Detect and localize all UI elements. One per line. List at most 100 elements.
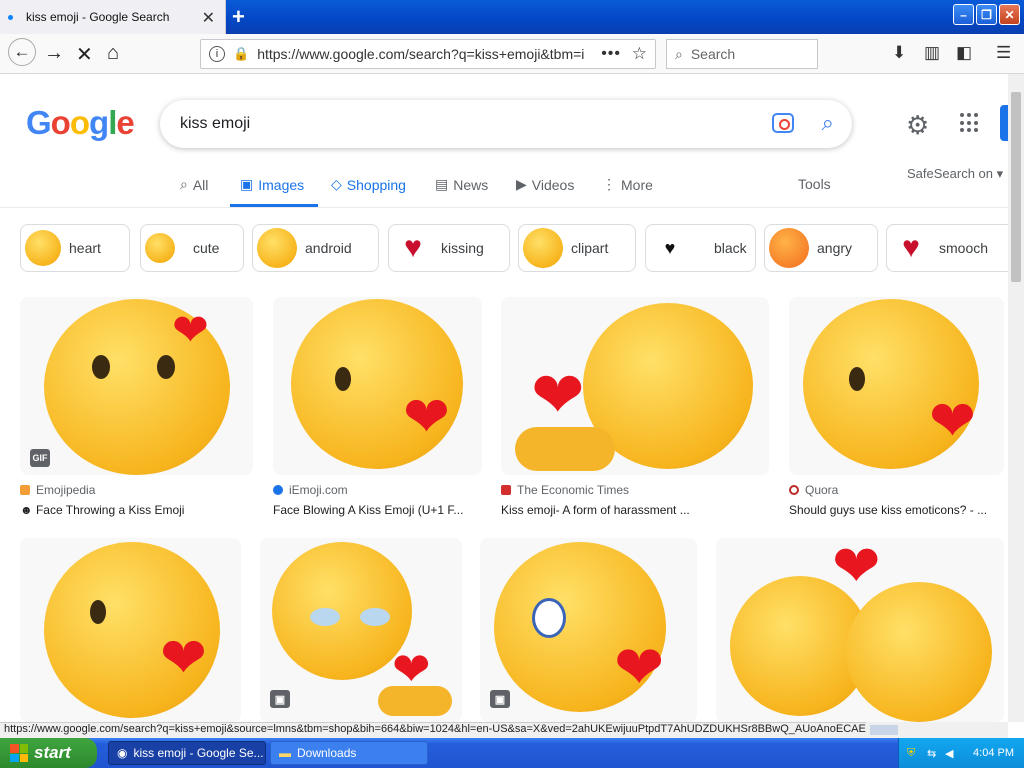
info-icon[interactable]: i [209, 46, 225, 62]
close-tab-icon[interactable]: ✕ [202, 8, 215, 28]
more-vert-icon: ⋮ [602, 176, 616, 192]
start-button[interactable]: start [0, 738, 97, 768]
chip-black[interactable]: ♥ black [645, 224, 756, 272]
taskbar: start ◉ kiss emoji - Google Se... ▬ Downlo… [0, 738, 1024, 768]
result-caption[interactable]: Should guys use kiss emoticons? - ... [789, 503, 987, 517]
browser-tab[interactable]: kiss emoji - Google Search ✕ [0, 0, 226, 34]
scrollbar-thumb[interactable] [1011, 92, 1021, 282]
library-icon[interactable]: ▥ [924, 43, 940, 63]
volume-icon[interactable]: ◀ [945, 747, 953, 760]
chip-clipart[interactable]: clipart [518, 224, 636, 272]
chip-smooch[interactable]: ♥ smooch [886, 224, 1008, 272]
restore-button[interactable]: ❐ [976, 4, 997, 25]
tab-all[interactable]: ⌕ All [180, 176, 208, 193]
google-logo[interactable]: Google [26, 104, 135, 142]
forward-button[interactable]: → [44, 42, 64, 65]
chip-label: heart [69, 240, 101, 256]
result-thumbnail[interactable]: ❤ ▣ [260, 538, 462, 722]
search-placeholder: Search [690, 46, 736, 62]
url-text[interactable]: https://www.google.com/search?q=kiss+emo… [257, 46, 587, 62]
search-icon: ⌕ [675, 45, 683, 62]
result-source[interactable]: Emojipedia [36, 483, 95, 497]
horizontal-scrollbar[interactable] [866, 722, 1008, 738]
chip-cute[interactable]: cute [140, 224, 244, 272]
camera-icon[interactable] [772, 113, 794, 133]
result-source[interactable]: The Economic Times [517, 483, 629, 497]
loading-dot-icon [8, 14, 13, 20]
stop-button[interactable]: ✕ [76, 42, 93, 67]
lips-icon: ♥ [404, 231, 422, 264]
taskbar-item-label: kiss emoji - Google Se... [133, 746, 264, 760]
vertical-scrollbar[interactable] [1008, 74, 1024, 722]
minimize-button[interactable]: – [953, 4, 974, 25]
tab-label: More [621, 176, 653, 193]
sign-in-button[interactable] [1000, 105, 1008, 141]
image-badge-icon: ▣ [490, 690, 510, 708]
result-thumbnail[interactable]: ❤ [789, 297, 1004, 475]
lips-icon: ♥ [902, 231, 920, 264]
tag-icon: ◇ [331, 176, 342, 192]
tab-label: Images [258, 176, 305, 193]
browser-search-field[interactable]: ⌕ Search [666, 39, 818, 69]
lock-icon: 🔒 [233, 46, 250, 61]
url-bar[interactable]: i 🔒 https://www.google.com/search?q=kiss… [200, 39, 656, 69]
search-icon[interactable]: ⌕ [822, 110, 834, 136]
emojipedia-favicon [20, 485, 30, 495]
bookmark-star-icon[interactable]: ☆ [632, 44, 647, 64]
apps-grid-icon[interactable] [960, 113, 980, 133]
tab-more[interactable]: ⋮ More [602, 176, 653, 193]
tools-button[interactable]: Tools [798, 176, 831, 192]
gear-icon[interactable]: ⚙ [906, 110, 929, 141]
new-tab-button[interactable]: + [232, 4, 245, 30]
emoji-thumbnail [257, 228, 297, 268]
result-thumbnail[interactable]: ❤ ▣ [480, 538, 697, 722]
result-caption[interactable]: Face Blowing A Kiss Emoji (U+1 F... [273, 503, 463, 517]
tab-videos[interactable]: ▶ Videos [516, 176, 574, 193]
emoji-thumbnail [25, 230, 61, 266]
chip-kissing[interactable]: ♥ kissing [388, 224, 510, 272]
lips-icon: ♥ [664, 237, 676, 258]
tools-label: Tools [798, 176, 831, 192]
chip-android[interactable]: android [252, 224, 379, 272]
result-thumbnail[interactable]: ❤ [716, 538, 1004, 722]
close-window-button[interactable]: ✕ [999, 4, 1020, 25]
result-thumbnail[interactable]: ❤ [20, 538, 241, 722]
page-actions-icon[interactable]: ••• [601, 45, 621, 63]
network-icon[interactable]: ⇆ [927, 747, 936, 760]
google-search-box[interactable]: kiss emoji ⌕ [160, 100, 852, 148]
taskbar-item-downloads[interactable]: ▬ Downloads [270, 741, 428, 765]
chip-heart[interactable]: heart [20, 224, 130, 272]
safesearch-dropdown[interactable]: SafeSearch on ▾ [907, 166, 1003, 182]
system-tray: ⛨ ⇆ ◀ 4:04 PM [898, 738, 1024, 768]
tab-images[interactable]: ▣ Images [240, 176, 304, 193]
chip-label: angry [817, 240, 853, 256]
quora-favicon [789, 485, 799, 495]
sidebar-icon[interactable]: ◧ [956, 43, 972, 63]
menu-icon[interactable]: ☰ [996, 43, 1011, 63]
home-button[interactable]: ⌂ [107, 42, 119, 65]
result-caption[interactable]: Face Throwing a Kiss Emoji [36, 503, 185, 517]
status-url: https://www.google.com/search?q=kiss+emo… [0, 722, 1008, 738]
result-source[interactable]: Quora [805, 483, 838, 497]
image-icon: ▣ [240, 176, 254, 192]
downloads-icon[interactable]: ⬇ [892, 43, 906, 63]
chip-label: kissing [441, 240, 484, 256]
tab-news[interactable]: ▤ News [435, 176, 488, 193]
firefox-icon: ◉ [117, 746, 128, 760]
scrollbar-thumb[interactable] [870, 725, 898, 735]
back-button[interactable]: ← [8, 38, 36, 66]
result-caption[interactable]: Kiss emoji- A form of harassment ... [501, 503, 690, 517]
image-badge-icon: ▣ [270, 690, 290, 708]
result-thumbnail[interactable]: ❤ GIF [20, 297, 253, 475]
safesearch-label: SafeSearch on [907, 166, 994, 181]
security-shield-icon[interactable]: ⛨ [907, 747, 915, 760]
query-text[interactable]: kiss emoji [180, 115, 250, 133]
result-thumbnail[interactable]: ❤ [273, 297, 482, 475]
result-thumbnail[interactable]: ❤ [501, 297, 769, 475]
chip-angry[interactable]: angry [764, 224, 878, 272]
chip-label: cute [193, 240, 220, 256]
result-source[interactable]: iEmoji.com [289, 483, 348, 497]
tab-shopping[interactable]: ◇ Shopping [331, 176, 406, 193]
taskbar-item-browser[interactable]: ◉ kiss emoji - Google Se... [108, 741, 266, 765]
eye-shape [360, 608, 390, 626]
